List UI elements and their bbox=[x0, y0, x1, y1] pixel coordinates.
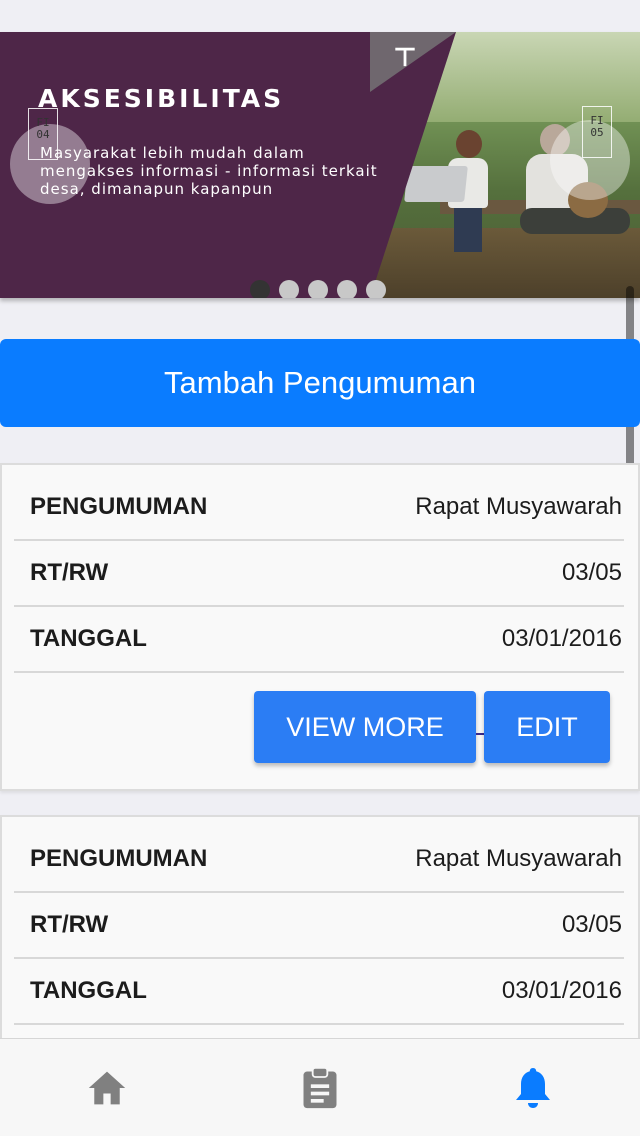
table-row: PENGUMUMAN Rapat Musyawarah bbox=[14, 475, 624, 541]
carousel-dot-1[interactable] bbox=[250, 280, 270, 298]
announcement-label: PENGUMUMAN bbox=[30, 493, 208, 520]
carousel-prev-button[interactable]: FI 04 bbox=[10, 108, 90, 204]
tab-notifications[interactable] bbox=[426, 1039, 639, 1136]
date-value: 03/01/2016 bbox=[501, 977, 622, 1004]
announcement-value: Rapat Musyawarah bbox=[415, 845, 622, 872]
brand-logo-icon: ⊤ bbox=[393, 42, 417, 72]
carousel-prev-label: FI 04 bbox=[28, 108, 58, 160]
table-row: RT/RW 03/05 bbox=[14, 541, 624, 607]
carousel-dot-3[interactable] bbox=[308, 280, 328, 298]
carousel-dot-2[interactable] bbox=[279, 280, 299, 298]
card-actions: VIEW MORE EDIT bbox=[2, 689, 638, 765]
announcement-card: PENGUMUMAN Rapat Musyawarah RT/RW 03/05 … bbox=[0, 463, 640, 791]
table-row: PENGUMUMAN Rapat Musyawarah bbox=[14, 827, 624, 893]
rt-rw-value: 03/05 bbox=[561, 911, 622, 938]
table-row: RT/RW 03/05 bbox=[14, 893, 624, 959]
carousel-dot-4[interactable] bbox=[337, 280, 357, 298]
announcement-label: PENGUMUMAN bbox=[30, 845, 208, 872]
add-announcement-button[interactable]: Tambah Pengumuman bbox=[0, 339, 640, 427]
date-value: 03/01/2016 bbox=[501, 625, 622, 652]
clipboard-icon bbox=[303, 1066, 336, 1109]
tab-home[interactable] bbox=[0, 1039, 213, 1136]
home-icon bbox=[88, 1071, 125, 1105]
date-label: TANGGAL bbox=[30, 977, 147, 1004]
table-row: TANGGAL 03/01/2016 bbox=[14, 959, 624, 1025]
rt-rw-label: RT/RW bbox=[30, 911, 109, 938]
announcement-card: PENGUMUMAN Rapat Musyawarah RT/RW 03/05 … bbox=[0, 815, 640, 1055]
rt-rw-value: 03/05 bbox=[561, 559, 622, 586]
banner-carousel[interactable]: ⊤ AKSESIBILITAS Masyarakat lebih mudah d… bbox=[0, 32, 640, 298]
bell-icon bbox=[515, 1068, 550, 1108]
carousel-next-button[interactable]: FI 05 bbox=[550, 106, 630, 200]
banner-subtitle: Masyarakat lebih mudah dalam mengakses i… bbox=[40, 144, 378, 198]
carousel-dot-5[interactable] bbox=[366, 280, 386, 298]
carousel-pagination bbox=[250, 280, 386, 298]
date-label: TANGGAL bbox=[30, 625, 147, 652]
tab-announcements-list[interactable] bbox=[213, 1039, 426, 1136]
carousel-next-label: FI 05 bbox=[582, 106, 612, 158]
rt-rw-label: RT/RW bbox=[30, 559, 109, 586]
announcement-value: Rapat Musyawarah bbox=[415, 493, 622, 520]
bottom-tab-bar bbox=[0, 1038, 640, 1136]
view-more-button[interactable]: VIEW MORE bbox=[254, 691, 476, 763]
banner-title: AKSESIBILITAS bbox=[38, 84, 285, 113]
table-row: TANGGAL 03/01/2016 bbox=[14, 607, 624, 673]
edit-button[interactable]: EDIT bbox=[484, 691, 610, 763]
